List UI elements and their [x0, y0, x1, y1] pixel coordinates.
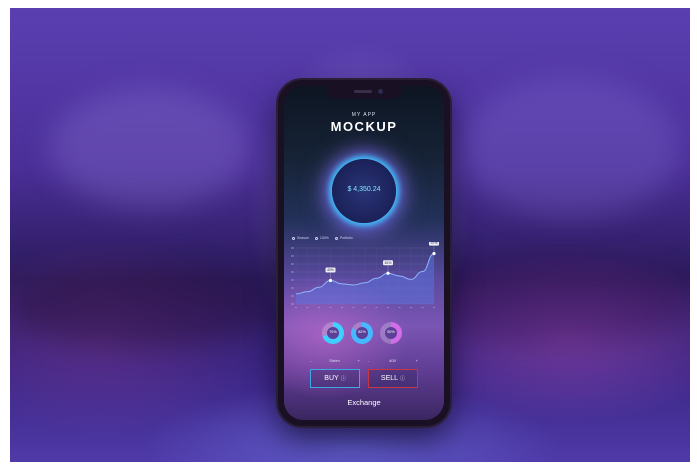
y-tick-mark — [291, 263, 294, 265]
x-tick-mark — [352, 307, 355, 308]
speaker-grille — [354, 90, 372, 93]
legend-item[interactable]: 100% — [314, 236, 329, 240]
x-tick-mark — [341, 307, 343, 308]
marker-label: 97% — [431, 242, 438, 245]
chart-legend: Season 100% Portfolio — [292, 236, 353, 240]
phone-notch — [326, 86, 402, 99]
minus-button[interactable]: - — [368, 358, 369, 363]
exchange-link[interactable]: Exchange — [284, 398, 444, 407]
x-tick-mark — [364, 307, 366, 308]
legend-marker-icon — [334, 236, 338, 240]
y-tick-mark — [291, 247, 294, 249]
y-tick-mark — [291, 255, 294, 257]
y-tick-mark — [291, 279, 294, 281]
legend-item[interactable]: Season — [292, 236, 309, 240]
y-tick-mark — [291, 287, 294, 289]
app-title: MOCKUP — [330, 119, 398, 134]
marker-label: 61% — [385, 261, 392, 265]
donut-stat[interactable]: 82% — [351, 322, 373, 344]
x-tick-mark — [410, 307, 412, 308]
phone-screen: MY APP MOCKUP $ 4,350.24 Season 100% Por… — [284, 86, 444, 420]
donut-stat[interactable]: 70% — [322, 322, 344, 344]
minus-button[interactable]: - — [310, 358, 311, 363]
buy-label: BUY — [324, 375, 339, 382]
x-tick-mark — [375, 307, 378, 308]
legend-label: Portfolio — [339, 236, 353, 240]
sell-button[interactable]: SELL ⓘ — [368, 369, 418, 388]
plus-button[interactable]: + — [358, 358, 360, 363]
x-tick-mark — [329, 307, 332, 308]
plus-button[interactable]: + — [416, 358, 418, 363]
legend-marker-icon — [292, 236, 295, 240]
info-icon: ⓘ — [400, 376, 406, 382]
quantity-stepper[interactable]: - 400 + — [368, 356, 418, 364]
x-tick-mark — [306, 307, 309, 308]
legend-marker-icon — [314, 236, 318, 240]
buy-button[interactable]: BUY ⓘ — [310, 369, 360, 388]
donut-stat[interactable]: 50% — [380, 322, 402, 344]
sell-label: SELL — [380, 375, 399, 382]
price-chart[interactable]: 40% 61% 97% — [290, 242, 440, 312]
legend-label: Season — [297, 236, 309, 240]
info-icon: ⓘ — [340, 376, 346, 382]
camera-icon — [378, 89, 383, 94]
amount-stepper[interactable]: - Shrim + — [310, 356, 360, 364]
x-tick-mark — [295, 307, 297, 308]
x-tick-mark — [318, 307, 320, 308]
y-tick-mark — [291, 271, 294, 273]
background-scene: MY APP MOCKUP $ 4,350.24 Season 100% Por… — [10, 8, 690, 462]
legend-item[interactable]: Portfolio — [334, 236, 353, 240]
donut-label: 70% — [329, 330, 337, 334]
x-tick-mark — [433, 307, 435, 308]
y-tick-mark — [291, 295, 294, 297]
balance-value: $ 4,350.24 — [347, 186, 381, 193]
fog-cloud — [10, 268, 270, 348]
balance-orb[interactable]: $ 4,350.24 — [332, 159, 396, 223]
app-subtitle: MY APP — [351, 112, 377, 118]
fog-cloud — [430, 258, 690, 348]
legend-label: 100% — [319, 236, 329, 240]
x-tick-mark — [421, 307, 424, 308]
stepper-value: Shrim — [329, 357, 340, 363]
x-tick-mark — [398, 307, 401, 308]
marker-label: 40% — [327, 268, 334, 272]
donut-label: 50% — [387, 330, 395, 334]
fog-cloud — [50, 88, 250, 208]
fog-cloud — [460, 78, 680, 218]
stepper-value: 400 — [389, 357, 396, 363]
donut-label: 82% — [358, 330, 366, 334]
phone-frame: MY APP MOCKUP $ 4,350.24 Season 100% Por… — [278, 80, 450, 426]
y-tick-mark — [291, 303, 294, 305]
x-tick-mark — [387, 307, 389, 308]
